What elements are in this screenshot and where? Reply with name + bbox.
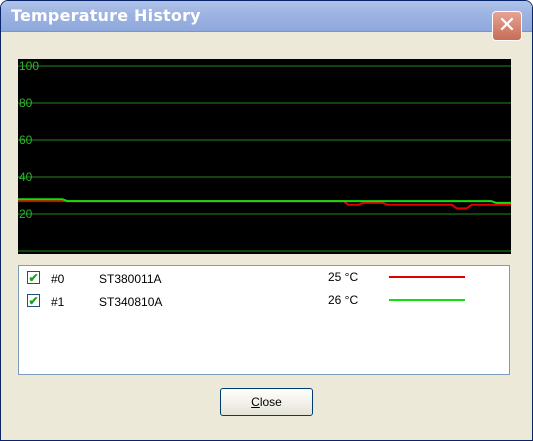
drive-list[interactable]: ✔ #0 ST380011A 25 °C ✔ #1 ST340810A 26 °…	[18, 265, 510, 375]
y-tick-label-80: 80	[19, 96, 33, 110]
drive-1-checkbox[interactable]: ✔	[27, 294, 40, 307]
y-tick-label-20: 20	[19, 207, 33, 221]
y-tick-label-60: 60	[19, 133, 33, 147]
close-button-accel: C	[251, 395, 260, 409]
chart-plot: 100 80 60 40 20	[18, 59, 511, 252]
y-tick-label-40: 40	[19, 170, 33, 184]
close-button[interactable]: Close	[220, 388, 313, 416]
window-title: Temperature History	[11, 6, 201, 25]
close-window-icon[interactable]: ✕	[492, 11, 522, 41]
drive-0-index: #0	[51, 272, 65, 286]
y-tick-label-100: 100	[19, 59, 39, 73]
drive-1-index: #1	[51, 295, 65, 309]
series-line-ST340810A	[18, 198, 511, 204]
close-button-label: lose	[259, 395, 282, 409]
drive-0-color-swatch	[389, 276, 465, 278]
drive-1-model: ST340810A	[99, 295, 163, 309]
series-line-ST380011A	[18, 200, 511, 210]
drive-1-color-swatch	[389, 299, 465, 301]
drive-row-1[interactable]: ✔ #1 ST340810A 26 °C	[19, 291, 509, 311]
temperature-history-window: Temperature History ✕ 100 80 60 40 20 ✔ #0 S…	[0, 0, 533, 441]
drive-0-checkbox[interactable]: ✔	[27, 271, 40, 284]
title-bar: Temperature History	[1, 1, 532, 32]
drive-row-0[interactable]: ✔ #0 ST380011A 25 °C	[19, 268, 509, 288]
temperature-chart: 100 80 60 40 20	[18, 59, 511, 254]
drive-0-temperature: 25 °C	[328, 270, 359, 284]
drive-1-temperature: 26 °C	[328, 293, 359, 307]
drive-0-model: ST380011A	[99, 272, 162, 286]
